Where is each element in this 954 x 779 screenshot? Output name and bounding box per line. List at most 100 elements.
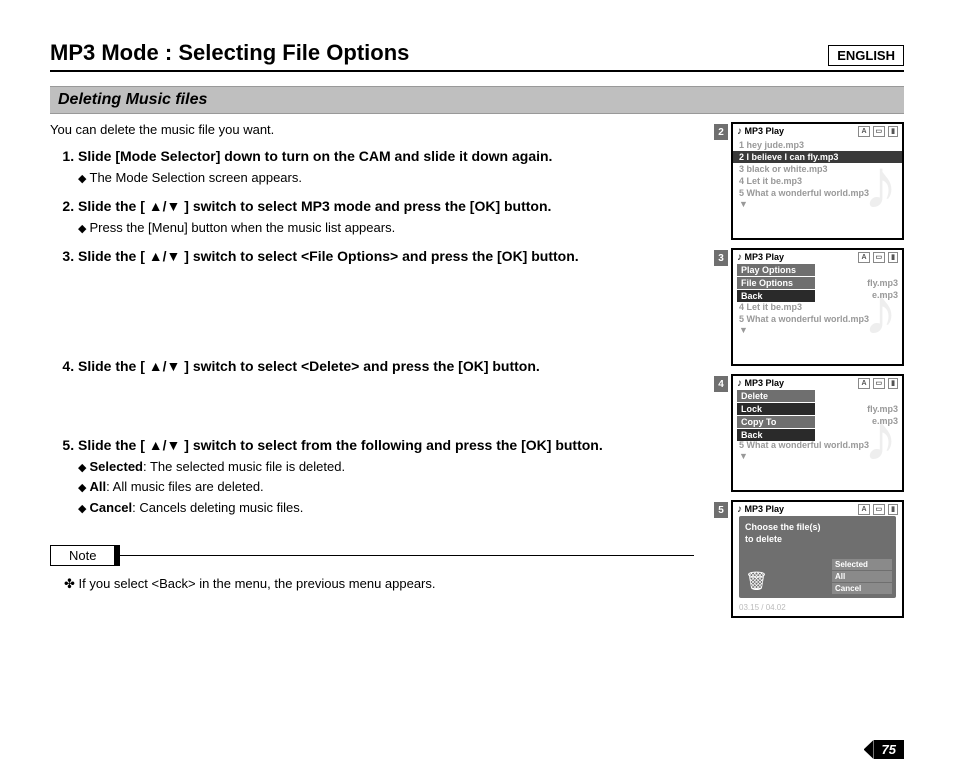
step-2-sub: Press the [Menu] button when the music l… [78, 219, 694, 237]
repeat-icon: A [858, 126, 869, 137]
screen-head: ♪ MP3 Play A ▭▮ [733, 124, 902, 139]
song-row: 3 black or white.mp3 [733, 163, 902, 175]
screenshot-4-number: 4 [714, 376, 728, 392]
menu-item-back: Back [737, 290, 815, 302]
song-row-selected: 2 I believe I can fly.mp3 [733, 151, 902, 163]
screenshot-2-wrap: 2 ♪ ♪ MP3 Play A ▭▮ 1 hey jude.mp3 2 I be… [714, 122, 904, 240]
menu-item-back: Back [737, 429, 815, 441]
header-row: MP3 Mode : Selecting File Options ENGLIS… [50, 40, 904, 72]
steps-list: Slide [Mode Selector] down to turn on th… [50, 147, 694, 517]
battery-icon: ▮ [888, 504, 898, 515]
screenshot-4: ♪ ♪ MP3 Play A▭▮ fly.mp3 e.mp3 5 What a … [731, 374, 904, 492]
screenshot-3-wrap: 3 ♪ ♪ MP3 Play A▭▮ fly.mp3 e.mp3 4 Let i… [714, 248, 904, 366]
step-2-text: Slide the [ ▲/▼ ] switch to select MP3 m… [78, 198, 551, 214]
card-icon: ▭ [873, 126, 886, 137]
scroll-down-icon: ▼ [733, 325, 902, 335]
screenshot-4-wrap: 4 ♪ ♪ MP3 Play A▭▮ fly.mp3 e.mp3 5 What … [714, 374, 904, 492]
menu-item-delete: Delete [737, 390, 815, 402]
step-2: Slide the [ ▲/▼ ] switch to select MP3 m… [78, 197, 694, 237]
step-1: Slide [Mode Selector] down to turn on th… [78, 147, 694, 187]
dialog-option-selected: Selected [832, 559, 892, 570]
screen-title: MP3 Play [745, 504, 785, 514]
menu-item-copy-to: Copy To [737, 416, 815, 428]
step-4-text: Slide the [ ▲/▼ ] switch to select <Dele… [78, 358, 540, 374]
step-5-sub3-desc: : Cancels deleting music files. [132, 500, 303, 515]
intro-text: You can delete the music file you want. [50, 122, 694, 137]
scroll-down-icon: ▼ [733, 451, 902, 461]
step-5-text: Slide the [ ▲/▼ ] switch to select from … [78, 437, 603, 453]
screenshot-3-number: 3 [714, 250, 728, 266]
note-icon: ♪ [737, 378, 742, 389]
screen-head: ♪ MP3 Play A▭▮ [733, 250, 902, 265]
menu-item-file-options: File Options [737, 277, 815, 289]
note-icon: ♪ [737, 126, 742, 137]
screenshot-2: ♪ ♪ MP3 Play A ▭▮ 1 hey jude.mp3 2 I beli… [731, 122, 904, 240]
song-row: 1 hey jude.mp3 [733, 139, 902, 151]
step-1-sub: The Mode Selection screen appears. [78, 169, 694, 187]
language-badge: ENGLISH [828, 45, 904, 66]
status-icons: A▭▮ [858, 252, 898, 263]
battery-icon: ▮ [888, 378, 898, 389]
note-icon: ♪ [737, 504, 742, 515]
step-1-text: Slide [Mode Selector] down to turn on th… [78, 148, 552, 164]
screenshot-2-number: 2 [714, 124, 728, 140]
song-row: 5 What a wonderful world.mp3 [733, 187, 902, 199]
page-title: MP3 Mode : Selecting File Options [50, 40, 409, 66]
step-3: Slide the [ ▲/▼ ] switch to select <File… [78, 247, 694, 267]
step-5-sub1: Selected: The selected music file is del… [78, 458, 694, 476]
step-5: Slide the [ ▲/▼ ] switch to select from … [78, 436, 694, 517]
context-menu: Play Options File Options Back [737, 264, 815, 303]
card-icon: ▭ [873, 252, 886, 263]
timecode: 03.15 / 04.02 [739, 603, 786, 612]
dialog-option-all: All [832, 571, 892, 582]
note-body: If you select <Back> in the menu, the pr… [50, 576, 694, 592]
screenshot-5: ♪ MP3 Play A ▭▮ 03.15 / 04.02 Choose the … [731, 500, 904, 618]
dialog-options: Selected All Cancel [832, 558, 892, 594]
step-5-sub1-label: Selected [90, 459, 143, 474]
screen-title: MP3 Play [745, 378, 785, 388]
card-icon: ▭ [873, 378, 886, 389]
note-label-row: Note [50, 545, 694, 566]
instructions-column: You can delete the music file you want. … [50, 122, 694, 618]
repeat-icon: A [858, 252, 869, 263]
screen-head: ♪ MP3 Play A ▭▮ [733, 502, 902, 517]
song-list: 1 hey jude.mp3 2 I believe I can fly.mp3… [733, 139, 902, 209]
dialog-text-line1: Choose the file(s) [745, 522, 890, 534]
page-number: 75 [874, 740, 904, 759]
delete-dialog: Choose the file(s) to delete 🗑 Selected … [739, 516, 896, 598]
step-5-sub3: Cancel: Cancels deleting music files. [78, 499, 694, 517]
step-5-sub1-desc: : The selected music file is deleted. [143, 459, 345, 474]
step-5-sub2: All: All music files are deleted. [78, 478, 694, 496]
screenshots-column: 2 ♪ ♪ MP3 Play A▭▮ 1 hey jude.mp3 2 I be… [714, 122, 904, 618]
dialog-text-line2: to delete [745, 534, 890, 546]
scroll-down-icon: ▼ [733, 199, 902, 209]
status-icons: A ▭▮ [858, 504, 898, 515]
context-menu: Delete Lock Copy To Back [737, 390, 815, 442]
screen-title: MP3 Play [745, 252, 785, 262]
card-icon: ▭ [873, 504, 886, 515]
repeat-icon: A [858, 504, 869, 515]
menu-item-play-options: Play Options [737, 264, 815, 276]
status-icons: A ▭▮ [858, 126, 898, 137]
trash-icon: 🗑 [745, 571, 768, 592]
song-row: 5 What a wonderful world.mp3 [733, 313, 902, 325]
screenshot-3: ♪ ♪ MP3 Play A▭▮ fly.mp3 e.mp3 4 Let it … [731, 248, 904, 366]
section-subtitle: Deleting Music files [50, 86, 904, 114]
note-label: Note [50, 545, 120, 566]
screen-head: ♪ MP3 Play A▭▮ [733, 376, 902, 391]
menu-item-lock: Lock [737, 403, 815, 415]
song-row: 4 Let it be.mp3 [733, 175, 902, 187]
note-box: Note If you select <Back> in the menu, t… [50, 545, 694, 592]
step-5-sub2-desc: : All music files are deleted. [106, 479, 264, 494]
screen-title: MP3 Play [745, 126, 785, 136]
content-area: You can delete the music file you want. … [50, 122, 904, 618]
step-5-sub2-label: All [90, 479, 107, 494]
step-5-sub3-label: Cancel [90, 500, 133, 515]
note-icon: ♪ [737, 252, 742, 263]
note-divider [119, 555, 694, 556]
battery-icon: ▮ [888, 126, 898, 137]
step-3-text: Slide the [ ▲/▼ ] switch to select <File… [78, 248, 579, 264]
screenshot-5-wrap: 5 ♪ MP3 Play A ▭▮ 03.15 / 04.02 Choose th… [714, 500, 904, 618]
dialog-option-cancel: Cancel [832, 583, 892, 594]
screenshot-5-number: 5 [714, 502, 728, 518]
